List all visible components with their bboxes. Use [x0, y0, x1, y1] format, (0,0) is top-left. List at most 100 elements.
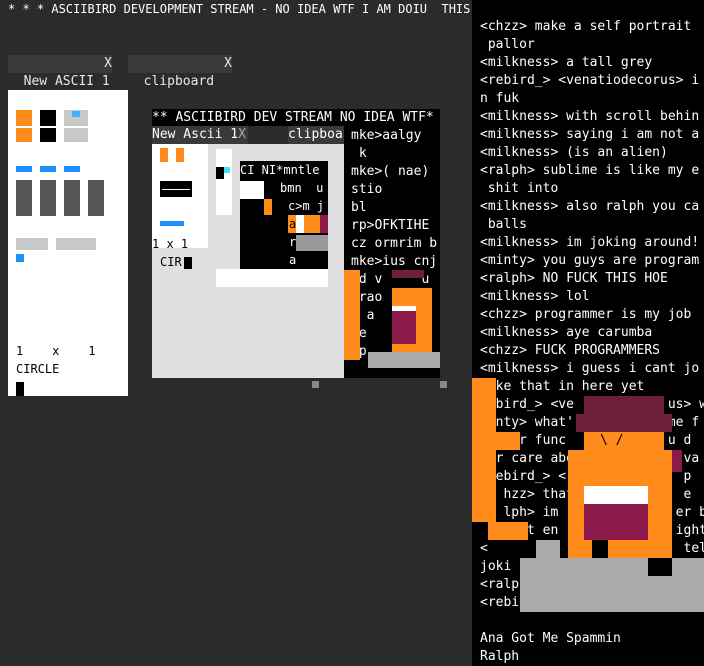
chat-message: <ralp [480, 577, 520, 592]
tab-label: clipboard [143, 74, 215, 89]
black-swatch[interactable] [40, 128, 56, 142]
mini-face-teeth [392, 306, 416, 311]
tab-new-ascii-1[interactable]: New ASCII 1 X [8, 55, 112, 89]
face-teeth [584, 486, 648, 504]
chat-message: <milkness> a tall grey [480, 55, 653, 70]
grey-strip [16, 238, 48, 250]
face-ear [672, 450, 682, 472]
nested-title: CI NI*mntle [240, 163, 320, 177]
stream-chat-line: cz ormrim b [351, 236, 438, 251]
dark-block[interactable] [88, 180, 104, 216]
tab-label: New ASCII 1 [23, 74, 110, 89]
maroon-mark [320, 215, 328, 233]
chat-message: <rebird_> <venatiodecorus> i [480, 73, 700, 88]
chat-footer-line: Ana Got Me Spammin [480, 631, 621, 646]
underline-mark [162, 189, 190, 190]
orange-mark [264, 199, 272, 215]
orange-swatch[interactable] [16, 128, 32, 142]
chat-message: <chzz> make a self portrait [480, 19, 692, 34]
grey-block [296, 235, 328, 251]
resize-handle[interactable] [440, 381, 447, 388]
chat-message: <ralph> NO FUCK THIS HOE [480, 271, 668, 286]
chat-message: pallor [480, 37, 535, 52]
cursor-block [184, 257, 192, 269]
chat-message: shit into [480, 181, 559, 196]
nested-line: bmn u [280, 181, 324, 195]
orange-swatch[interactable] [16, 110, 32, 126]
dark-block[interactable] [16, 180, 32, 216]
close-icon[interactable]: X [224, 55, 232, 73]
dark-block[interactable] [64, 180, 80, 216]
chat-message: balls [480, 217, 527, 232]
stream-preview: ** ASCIIBIRD DEV STREAM NO IDEA WTF* New… [152, 109, 440, 378]
orange-swatch [160, 148, 168, 162]
blue-dash [64, 166, 80, 172]
cursor-block [16, 382, 24, 396]
face-head [584, 432, 664, 450]
chat-message: <milkness> im joking around! [480, 235, 700, 250]
stream-chat-line: mke>( nae) [351, 164, 430, 179]
stream-tab-clipboard: clipboa [288, 126, 344, 144]
stream-chat: mke>aalgy k mke>( nae) stio bl rp>OFKTIH… [344, 126, 440, 378]
tab-clipboard[interactable]: clipboard X [128, 55, 232, 89]
tool-label: CIRCLE [16, 362, 60, 376]
chat-message: ke that in here yet [480, 379, 645, 394]
cyan-mark [224, 167, 230, 173]
stream-chat-line: mke>aalgy [351, 128, 422, 143]
stream-title: ** ASCIIBIRD DEV STREAM NO IDEA WTF* [152, 109, 440, 126]
nested-line: a [289, 253, 297, 267]
blue-dash [16, 166, 32, 172]
chat-message: <chzz> programmer is my job [480, 307, 692, 322]
stream-chat-line: k [351, 146, 367, 161]
chat-message: <milkness> also ralph you ca [480, 199, 700, 214]
blue-dot [16, 254, 24, 262]
chat-message: <milkness> with scroll behin [480, 109, 700, 124]
stream-tab-label: New Ascii 1 [152, 127, 239, 142]
grey-swatch[interactable] [64, 128, 88, 142]
ascii-canvas[interactable]: 1 x 1 CIRCLE [8, 90, 128, 396]
stream-tab-new-ascii: New Ascii 1X [152, 126, 248, 144]
mini-face-shadow [368, 352, 440, 368]
mini-face-side [344, 270, 360, 360]
close-icon: X [238, 127, 246, 142]
face-hat [576, 414, 672, 432]
dark-block[interactable] [40, 180, 56, 216]
grey-strip [56, 238, 96, 250]
stream-tool-label: CIR [160, 255, 182, 269]
nested-line: a [289, 217, 297, 231]
stream-chat-line: bl [351, 200, 367, 215]
chat-message: <milkness> i guess i cant jo [480, 361, 700, 376]
stream-tabs: New Ascii 1X clipboa [152, 126, 344, 144]
orange-mark [304, 215, 320, 233]
chat-message: <milkness> aye carumba [480, 325, 653, 340]
face-left-arm [472, 450, 496, 522]
black-swatch[interactable] [40, 110, 56, 126]
face-eyes: \ / [600, 433, 624, 448]
face-left-arm [488, 522, 528, 540]
stream-chat-line: mke>ius cnj [351, 254, 438, 269]
resize-handle[interactable] [312, 381, 319, 388]
chat-message: n fuk [480, 91, 520, 106]
stream-white-strip [216, 149, 232, 215]
close-icon[interactable]: X [104, 55, 112, 73]
face-left-arm [472, 378, 496, 432]
window-title: * * * ASCIIBIRD DEVELOPMENT STREAM - NO … [8, 2, 471, 16]
blue-marker [72, 111, 80, 117]
blue-dash [40, 166, 56, 172]
white-bar [216, 269, 328, 287]
chat-message: <minty> you guys are program [480, 253, 700, 268]
chat-message: <milkness> lol [480, 289, 590, 304]
mini-face-hat [392, 270, 424, 278]
chat-footer-line: Ralph [480, 649, 520, 664]
chat-message: <milkness> (is an alien) [480, 145, 668, 160]
face-shadow-gap [648, 558, 672, 576]
mini-face-mouth [392, 306, 416, 344]
face-left-arm [472, 432, 520, 450]
nested-line: c>m j [288, 199, 325, 213]
face-mouth [584, 504, 648, 540]
face-shadow [536, 540, 560, 558]
white-mark [296, 215, 304, 233]
chat-message: <milkness> saying i am not a [480, 127, 700, 142]
orange-swatch [176, 148, 184, 162]
stream-chat-line: rp>OFKTIHE [351, 218, 430, 233]
